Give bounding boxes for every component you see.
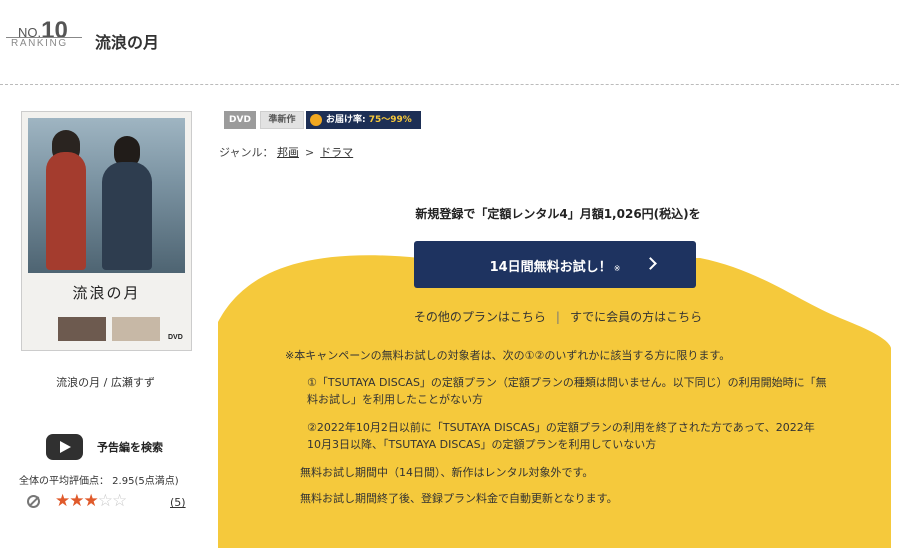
delivery-icon xyxy=(310,114,322,126)
note-item-1: ①「TSUTAYA DISCAS」の定額プラン（定額プランの種類は問いません。以… xyxy=(307,376,827,406)
genre-label: ジャンル： xyxy=(219,146,274,159)
plan-links: その他のプランはこちら | すでに会員の方はこちら xyxy=(218,308,898,325)
genre-breadcrumb: ジャンル： 邦画 > ドラマ xyxy=(219,144,353,160)
format-badge: DVD xyxy=(224,111,256,129)
ranking-label: NO.10 RANKING xyxy=(6,14,82,54)
member-login-link[interactable]: すでに会員の方はこちら xyxy=(570,310,702,324)
star-icon: ★ xyxy=(55,491,70,511)
delivery-rate-badge: お届け率: 75〜99% xyxy=(306,111,421,129)
star-icon: ★ xyxy=(69,491,84,511)
play-icon xyxy=(46,434,83,460)
star-icon: ★ xyxy=(83,491,99,511)
note-trial-new-release: 無料お試し期間中（14日間）、新作はレンタル対象外です。 xyxy=(300,466,594,479)
header-divider xyxy=(0,84,899,85)
average-rating-text: 全体の平均評価点： 2.95(5点満点) xyxy=(19,476,179,487)
review-count-link[interactable]: (5) xyxy=(170,496,186,509)
star-empty-icon: ☆ xyxy=(97,491,113,511)
note-item-2: ②2022年10月2日以前に「TSUTAYA DISCAS」の定額プランの利用を… xyxy=(307,421,815,451)
status-badge: 準新作 xyxy=(260,111,304,129)
page-title: 流浪の月 xyxy=(95,33,160,52)
campaign-promo-text: 新規登録で「定額レンタル4」月額1,026円(税込)を xyxy=(415,207,701,221)
ranking-word: RANKING xyxy=(11,38,68,49)
free-trial-button[interactable]: 14日間無料お試し！ ※ xyxy=(414,241,696,288)
jacket-title: 流浪の月 xyxy=(72,284,141,302)
breadcrumb-separator: > xyxy=(304,146,315,159)
prohibited-icon[interactable] xyxy=(27,495,40,508)
trailer-search-button[interactable]: 予告編を検索 xyxy=(46,434,206,460)
star-empty-icon: ☆ xyxy=(112,491,127,511)
link-divider: | xyxy=(555,310,560,324)
dvd-jacket-image[interactable]: 流浪の月 DVD xyxy=(21,111,192,351)
note-lead: ※本キャンペーンの無料お試しの対象者は、次の①②のいずれかに該当する方に限ります… xyxy=(285,349,731,362)
other-plans-link[interactable]: その他のプランはこちら xyxy=(414,310,546,324)
star-rating[interactable]: ★★★☆☆ xyxy=(55,491,127,511)
genre-link-houga[interactable]: 邦画 xyxy=(277,146,299,159)
jacket-dvd-mark: DVD xyxy=(168,334,183,341)
cast-credit: 流浪の月 / 広瀬すず xyxy=(56,376,155,389)
trailer-label: 予告編を検索 xyxy=(97,441,163,454)
genre-link-drama[interactable]: ドラマ xyxy=(320,146,353,159)
note-auto-renewal: 無料お試し期間終了後、登録プラン料金で自動更新となります。 xyxy=(300,492,618,505)
